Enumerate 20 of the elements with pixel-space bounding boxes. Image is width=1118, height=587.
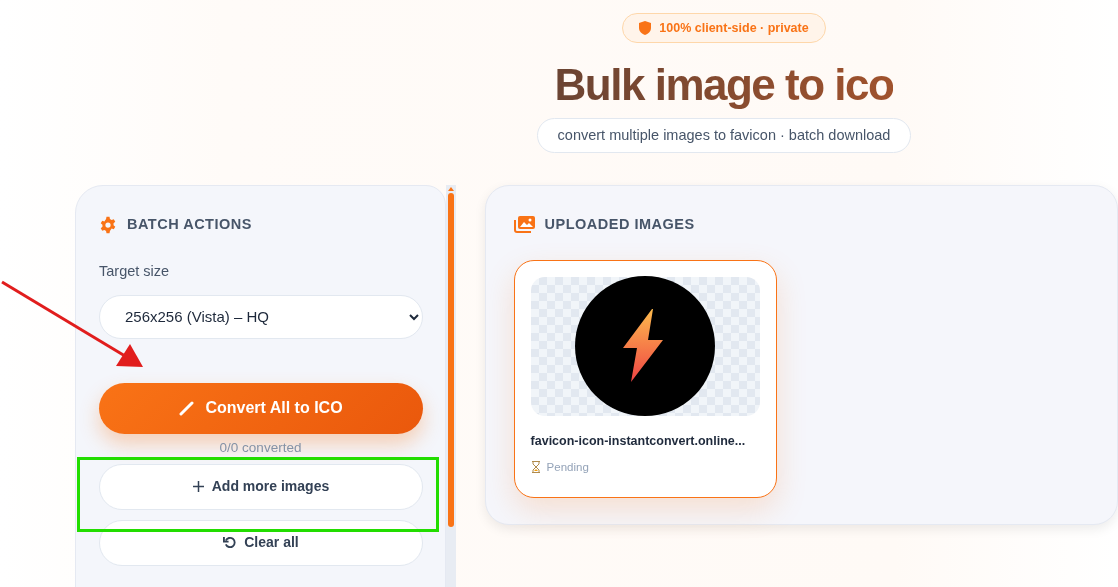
target-size-select[interactable]: 256x256 (Vista) – HQ (99, 294, 423, 339)
gear-icon (99, 215, 117, 234)
status-text: Pending (546, 459, 589, 475)
progress-text: 0/0 converted (218, 439, 303, 456)
plus-icon (192, 481, 204, 492)
image-card[interactable]: favicon-icon-instantconvert.online... Pending (513, 259, 777, 498)
clear-all-button[interactable]: Clear all (99, 519, 423, 566)
add-images-button[interactable]: Add more images (99, 463, 423, 510)
file-name: favicon-icon-instantconvert.online... (530, 432, 747, 450)
shield-icon (639, 21, 652, 35)
images-icon (513, 216, 535, 234)
panel-heading: UPLOADED IMAGES (544, 215, 695, 234)
hourglass-icon (530, 461, 541, 474)
subtitle-pill: convert multiple images to favicon · batch download (536, 118, 912, 153)
panel-heading: BATCH ACTIONS (127, 215, 252, 234)
badge-text: 100% client-side · private (659, 19, 809, 37)
scrollbar[interactable] (446, 185, 456, 587)
undo-icon (223, 536, 237, 549)
pencil-icon (179, 400, 196, 416)
field-label: Target size (99, 261, 171, 281)
